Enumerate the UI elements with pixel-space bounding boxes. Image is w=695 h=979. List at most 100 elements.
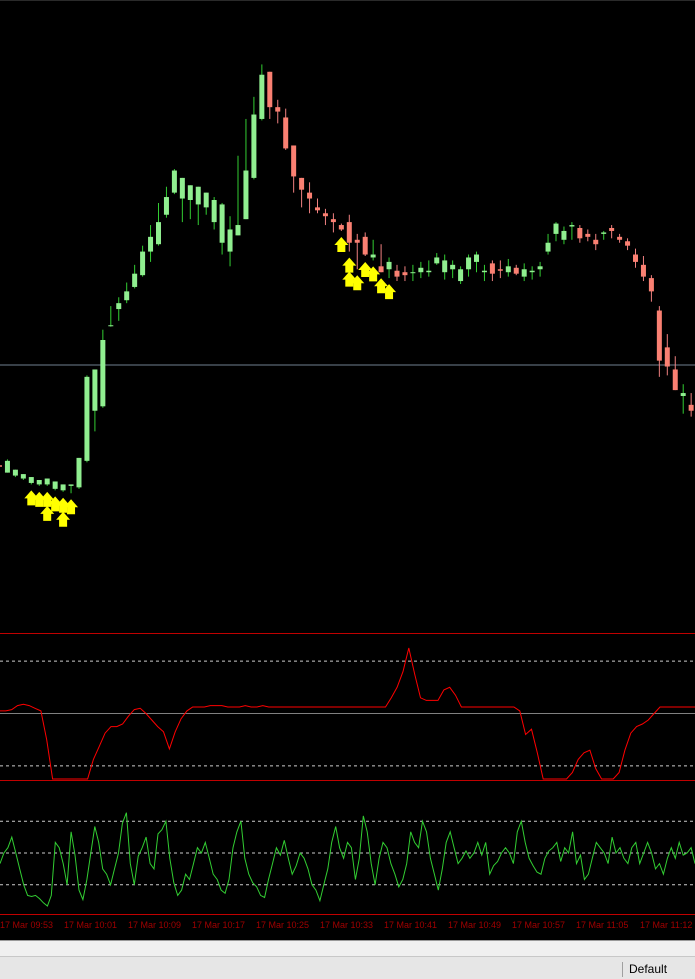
candle-body <box>680 393 686 396</box>
candle-body <box>617 236 623 240</box>
indicator-2-line <box>0 812 695 907</box>
candle-body <box>625 241 631 246</box>
time-axis-tick-label: 17 Mar 10:25 <box>256 920 310 930</box>
chart-canvas <box>0 0 695 915</box>
candle-body <box>648 278 654 292</box>
candle-body <box>211 200 217 223</box>
time-axis-tick-label: 17 Mar 10:09 <box>128 920 182 930</box>
candle-body <box>132 273 138 287</box>
up-arrow-signal-icon <box>334 236 349 252</box>
candle-body <box>656 310 662 361</box>
candle-body <box>195 186 201 205</box>
candle-body <box>52 481 58 489</box>
candle-body <box>410 272 416 274</box>
candle-body <box>322 213 328 217</box>
candle-body <box>36 480 42 485</box>
candle-body <box>346 222 352 243</box>
candle-body <box>370 254 376 258</box>
candle-body <box>354 239 360 243</box>
candle-body <box>553 223 559 234</box>
candle-body <box>68 484 74 486</box>
candle-body <box>156 222 161 245</box>
candle-body <box>513 267 519 274</box>
candle-body <box>12 469 18 476</box>
candle-body <box>481 270 487 273</box>
candle-body <box>219 204 225 243</box>
candle-body <box>664 347 670 367</box>
candle-body <box>569 225 575 227</box>
time-axis-tick-label: 17 Mar 09:53 <box>0 920 54 930</box>
candle-body <box>450 264 456 270</box>
candle-body <box>489 263 495 274</box>
candle-body <box>497 269 503 271</box>
candle-body <box>537 266 543 270</box>
candle-body <box>593 239 599 245</box>
candle-body <box>394 270 400 277</box>
candle-body <box>362 236 368 255</box>
candle-body <box>275 107 281 112</box>
candle-body <box>688 404 694 411</box>
time-axis-tick-label: 17 Mar 10:33 <box>320 920 374 930</box>
candle-body <box>243 170 249 220</box>
candle-body <box>116 303 122 310</box>
candle-body <box>601 232 607 234</box>
candle-body <box>267 71 273 108</box>
candle-body <box>442 260 448 273</box>
candle-body <box>577 228 583 239</box>
candle-body <box>140 251 146 276</box>
candle-body <box>44 478 50 485</box>
candle-body <box>426 270 432 273</box>
candle-body <box>163 197 169 215</box>
candle-body <box>100 340 106 407</box>
candle-body <box>338 225 344 230</box>
candle-body <box>60 484 66 491</box>
candle-body <box>28 477 34 483</box>
candle-body <box>386 261 392 270</box>
up-arrow-shape <box>334 236 349 252</box>
candle-body <box>203 192 209 208</box>
candle-body <box>171 170 177 193</box>
candle-body <box>545 242 551 252</box>
candle-body <box>585 233 591 237</box>
candle-body <box>227 229 233 252</box>
candle-body <box>76 457 82 488</box>
candle-body <box>259 74 265 119</box>
indicator-panel-2 <box>0 812 695 915</box>
time-axis-tick-label: 17 Mar 10:17 <box>192 920 246 930</box>
time-axis-tick-label: 17 Mar 10:57 <box>512 920 566 930</box>
candle-body <box>291 145 297 177</box>
candle-body <box>148 236 154 252</box>
profile-selector[interactable]: Default <box>622 962 667 977</box>
candle-body <box>330 219 336 223</box>
candle-body <box>187 185 193 200</box>
candle-body <box>561 230 567 240</box>
candle-body <box>251 114 257 178</box>
status-bar <box>0 940 695 979</box>
candle-body <box>179 177 185 199</box>
candle-body <box>307 192 313 199</box>
candle-body <box>84 376 90 461</box>
candle-body <box>640 264 646 277</box>
chart-area[interactable]: 17 Mar 09:53 17 Mar 10:01 17 Mar 10:09 17 M… <box>0 0 695 940</box>
candle-body <box>378 266 384 273</box>
candle-body <box>434 257 440 264</box>
candle-body <box>283 117 289 149</box>
candle-body <box>124 291 130 301</box>
time-axis-tick-label: 17 Mar 10:49 <box>448 920 502 930</box>
candle-body <box>633 254 638 262</box>
candle-body <box>521 269 527 277</box>
candle-body <box>402 272 408 276</box>
candle-body <box>505 266 511 273</box>
candle-body <box>0 465 2 467</box>
candle-body <box>418 267 424 273</box>
candle-body <box>92 369 98 411</box>
candle-body <box>458 269 464 282</box>
candle-body <box>235 225 241 236</box>
up-arrow-shape <box>342 257 357 273</box>
candle-body <box>672 369 678 391</box>
time-axis-tick-label: 17 Mar 10:41 <box>384 920 438 930</box>
time-axis-tick-label: 17 Mar 10:01 <box>64 920 118 930</box>
time-axis-tick-label: 17 Mar 11:12 <box>640 920 693 930</box>
candle-body <box>609 228 615 231</box>
candle-body <box>108 325 114 327</box>
